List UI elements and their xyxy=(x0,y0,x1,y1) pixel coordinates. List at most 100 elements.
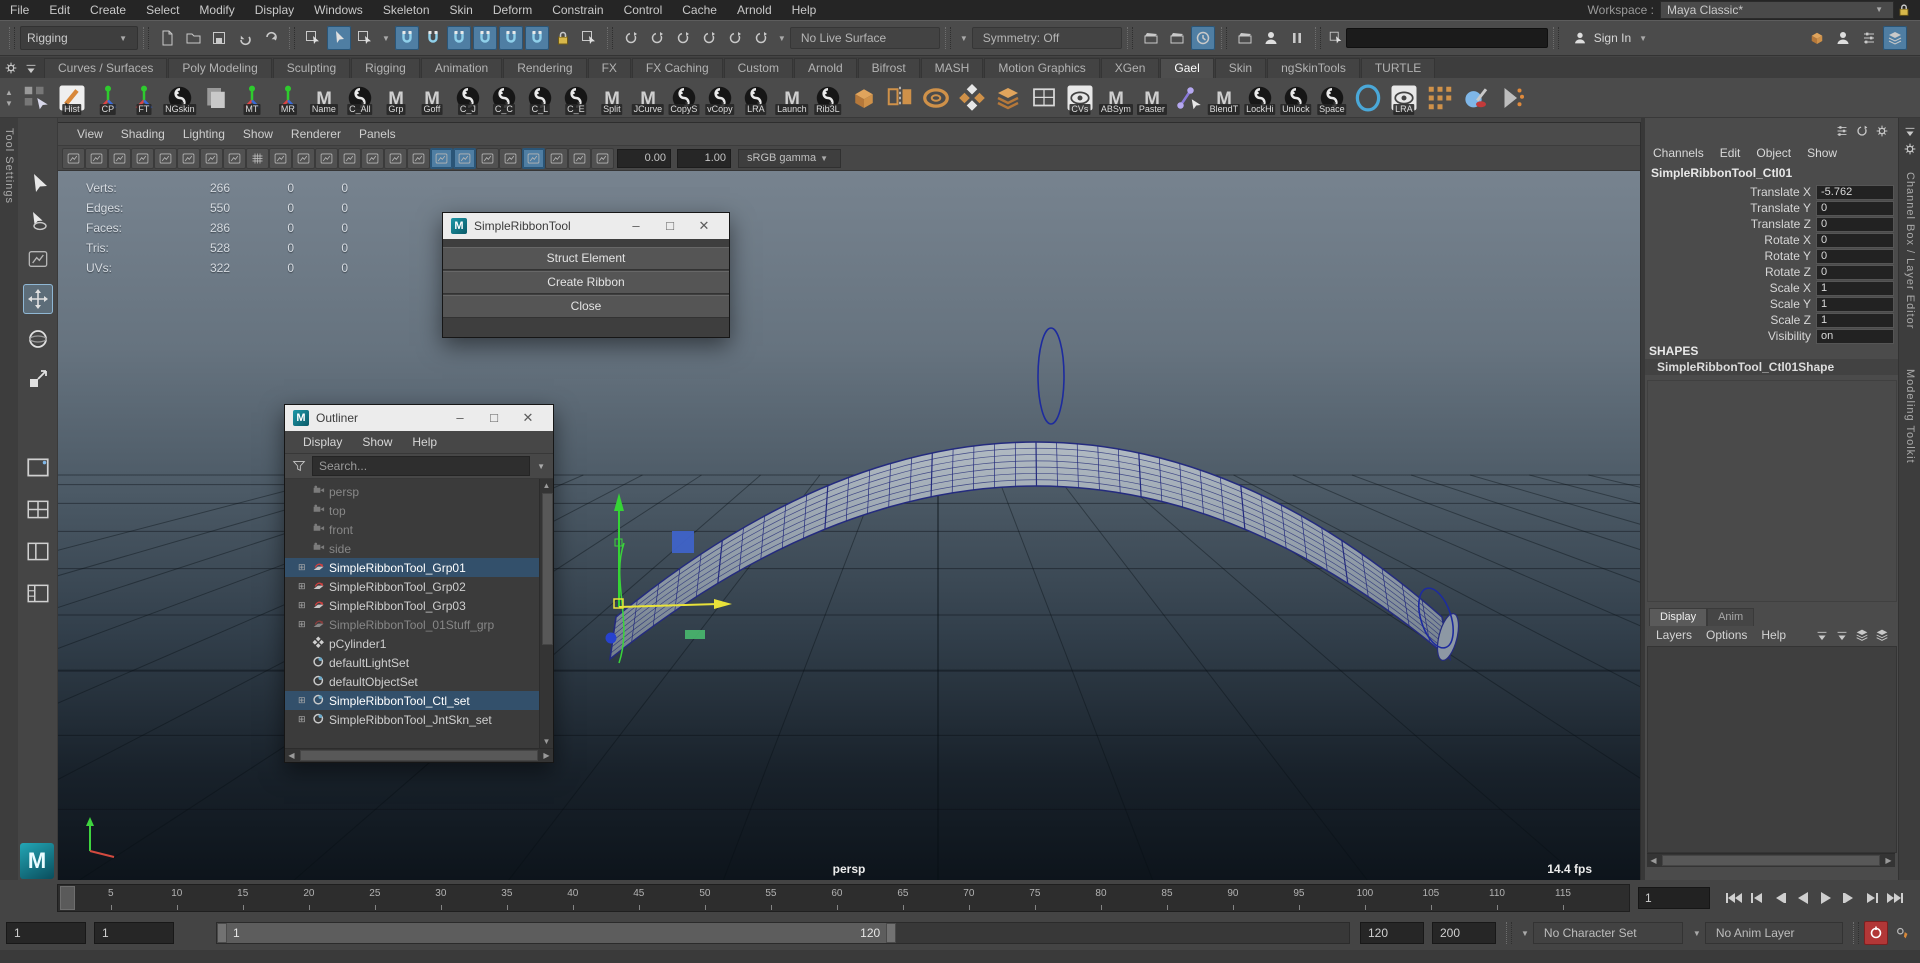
viewport-menu-panels[interactable]: Panels xyxy=(350,127,405,141)
channel-label[interactable]: Scale X xyxy=(1770,281,1811,295)
bookmarks-icon[interactable] xyxy=(131,148,154,169)
shelf-tab-poly-modeling[interactable]: Poly Modeling xyxy=(168,58,271,78)
redo-icon[interactable] xyxy=(259,26,283,50)
snap-curve-icon[interactable] xyxy=(421,26,445,50)
selected-object-name[interactable]: SimpleRibbonTool_Ctl01 xyxy=(1651,166,1792,180)
channel-box-menu-object[interactable]: Object xyxy=(1748,146,1799,160)
open-scene-icon[interactable] xyxy=(181,26,205,50)
menu-windows[interactable]: Windows xyxy=(304,0,373,20)
shelf-button-c-e[interactable]: C_E xyxy=(558,80,594,116)
scroll-down-icon[interactable]: ▼ xyxy=(540,737,553,746)
shelf-button-mt[interactable]: MT xyxy=(234,80,270,116)
display-layers-list[interactable] xyxy=(1647,646,1897,853)
shelf-button-lra[interactable]: LRA xyxy=(738,80,774,116)
scroll-right-icon[interactable]: ▶ xyxy=(1882,856,1895,865)
shadows-icon[interactable] xyxy=(499,148,522,169)
channel-value-translate-x[interactable]: -5.762 xyxy=(1816,185,1894,200)
range-start-handle[interactable] xyxy=(217,923,227,943)
shelf-button-ngskin[interactable]: NGskin xyxy=(162,80,198,116)
expand-icon[interactable]: ⊞ xyxy=(298,696,312,705)
vertical-scrollbar[interactable]: ▲ ▼ xyxy=(539,479,553,748)
film-gate-icon[interactable] xyxy=(269,148,292,169)
shelf-button-ft[interactable]: FT xyxy=(126,80,162,116)
go-to-end-button[interactable] xyxy=(1883,886,1906,910)
current-frame-marker[interactable] xyxy=(60,886,75,910)
shelf-tab-motion-graphics[interactable]: Motion Graphics xyxy=(984,58,1099,78)
shelf-tab-fx-caching[interactable]: FX Caching xyxy=(632,58,723,78)
layout-persp-outliner[interactable] xyxy=(23,579,53,609)
animation-start-field[interactable]: 1 xyxy=(6,922,86,944)
step-forward-frame-button[interactable] xyxy=(1860,886,1883,910)
channel-value-translate-y[interactable]: 0 xyxy=(1816,201,1894,216)
use-all-lights-icon[interactable] xyxy=(476,148,499,169)
shelf-button-space[interactable]: Space xyxy=(1314,80,1350,116)
channel-value-translate-z[interactable]: 0 xyxy=(1816,217,1894,232)
layer-menu-help[interactable]: Help xyxy=(1754,628,1793,642)
play-backward-button[interactable] xyxy=(1791,886,1814,910)
shelf-button-lattice[interactable] xyxy=(1422,80,1458,116)
lock-icon[interactable] xyxy=(551,26,575,50)
menu-arnold[interactable]: Arnold xyxy=(727,0,782,20)
outliner-titlebar[interactable]: M Outliner – □ ✕ xyxy=(285,405,553,431)
horizontal-scrollbar[interactable]: ◀ ▶ xyxy=(285,748,553,762)
tab-tool-settings[interactable]: Tool Settings xyxy=(3,128,15,204)
shelf-button-emitter[interactable] xyxy=(1494,80,1530,116)
close-icon[interactable]: ✕ xyxy=(687,213,721,239)
outliner-item-simpleribbontool-01stuff-grp[interactable]: ⊞SimpleRibbonTool_01Stuff_grp xyxy=(285,615,553,634)
scroll-left-icon[interactable]: ◀ xyxy=(1647,856,1660,865)
menu-create[interactable]: Create xyxy=(80,0,136,20)
snap-view-plane-icon[interactable] xyxy=(499,26,523,50)
horizontal-scrollbar[interactable]: ◀ ▶ xyxy=(1647,853,1895,867)
channel-label[interactable]: Rotate Y xyxy=(1765,249,1811,263)
shelf-button-unlock[interactable]: Unlock xyxy=(1278,80,1314,116)
viewport-menu-lighting[interactable]: Lighting xyxy=(174,127,234,141)
close-button[interactable]: Close xyxy=(443,295,729,318)
menu-edit[interactable]: Edit xyxy=(39,0,80,20)
statusline-grip[interactable] xyxy=(1221,27,1227,49)
shelf-button-goff[interactable]: MGoff xyxy=(414,80,450,116)
channel-value-visibility[interactable]: on xyxy=(1816,329,1894,344)
collapse-panel-icon[interactable] xyxy=(1901,122,1919,140)
shelf-button-launch[interactable]: MLaunch xyxy=(774,80,810,116)
shaded-icon[interactable] xyxy=(430,148,453,169)
layout-two-pane[interactable] xyxy=(23,537,53,567)
shelf-button-c-c[interactable]: C_C xyxy=(486,80,522,116)
outliner-menu-help[interactable]: Help xyxy=(402,435,447,449)
history-options-icon[interactable] xyxy=(749,26,773,50)
shelf-tab-custom[interactable]: Custom xyxy=(724,58,793,78)
shelf-down-arrow-icon[interactable]: ▼ xyxy=(5,99,13,108)
expand-icon[interactable]: ⊞ xyxy=(298,563,312,572)
menu-modify[interactable]: Modify xyxy=(189,0,244,20)
channel-label[interactable]: Translate Z xyxy=(1751,217,1811,231)
shelf-button-lockhi[interactable]: LockHi xyxy=(1242,80,1278,116)
playblast-icon[interactable] xyxy=(1233,26,1257,50)
maximize-icon[interactable]: □ xyxy=(653,213,687,239)
current-frame-field[interactable]: 1 xyxy=(1638,887,1710,909)
safe-title-icon[interactable] xyxy=(384,148,407,169)
outliner-item-top[interactable]: top xyxy=(285,501,553,520)
outliner-item-defaultlightset[interactable]: defaultLightSet xyxy=(285,653,553,672)
wireframe-icon[interactable] xyxy=(407,148,430,169)
layer-tab-anim[interactable]: Anim xyxy=(1707,608,1754,626)
channel-label[interactable]: Translate X xyxy=(1750,185,1811,199)
play-forward-button[interactable] xyxy=(1814,886,1837,910)
outliner-menu-show[interactable]: Show xyxy=(352,435,402,449)
oversampling-icon[interactable] xyxy=(200,148,223,169)
animation-end-field[interactable]: 200 xyxy=(1432,922,1496,944)
input-line-mode-icon[interactable] xyxy=(1327,29,1345,47)
undo-icon[interactable] xyxy=(233,26,257,50)
shelf-button-absym[interactable]: MABSym xyxy=(1098,80,1134,116)
channel-box-menu-channels[interactable]: Channels xyxy=(1645,146,1712,160)
channel-value-scale-y[interactable]: 1 xyxy=(1816,297,1894,312)
chevron-down-icon[interactable]: ▼ xyxy=(537,462,545,471)
new-scene-icon[interactable] xyxy=(155,26,179,50)
channel-label[interactable]: Rotate Z xyxy=(1765,265,1811,279)
shelf-tab-rendering[interactable]: Rendering xyxy=(503,58,586,78)
time-slider[interactable]: 5101520253035404550556065707580859095100… xyxy=(57,884,1630,912)
outliner-item-side[interactable]: side xyxy=(285,539,553,558)
range-grip[interactable] xyxy=(1853,922,1859,944)
struct-element-button[interactable]: Struct Element xyxy=(443,247,729,270)
scrollbar-thumb[interactable] xyxy=(300,750,538,761)
shelf-button-c-all[interactable]: C_All xyxy=(342,80,378,116)
layer-menu-options[interactable]: Options xyxy=(1699,628,1754,642)
